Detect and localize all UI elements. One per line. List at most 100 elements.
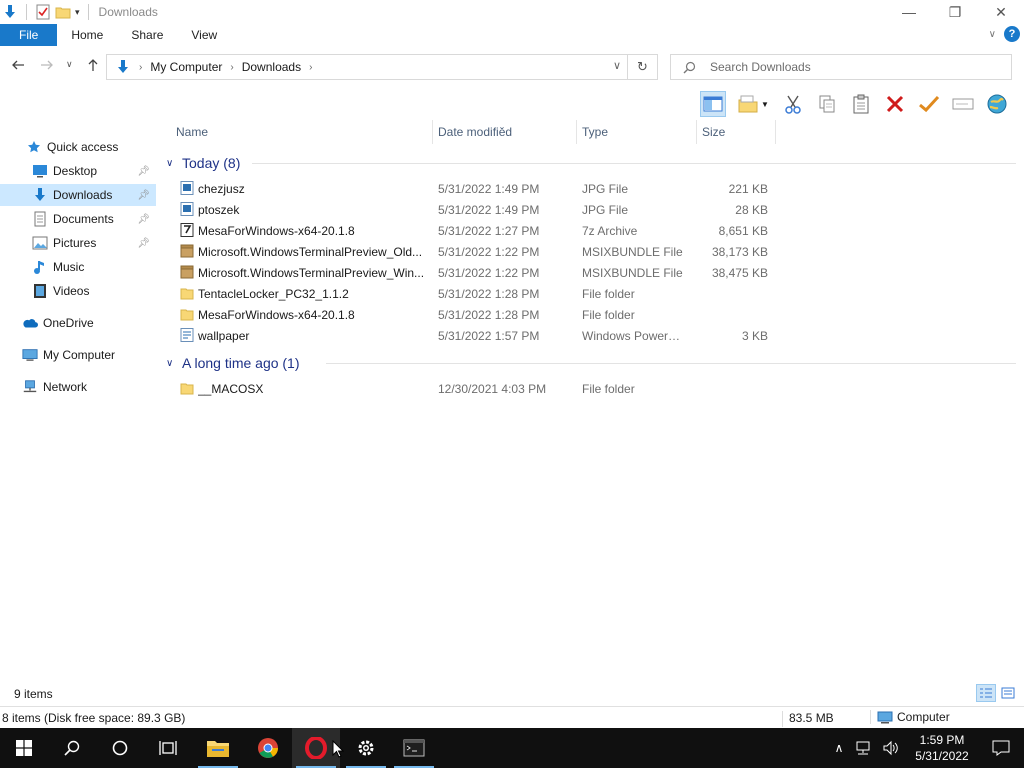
location-indicator: Computer <box>870 710 950 724</box>
volume-icon[interactable] <box>882 740 900 756</box>
taskbar-chrome[interactable] <box>244 728 292 768</box>
copy-button[interactable] <box>814 91 840 117</box>
breadcrumb-downloads[interactable]: Downloads <box>242 60 301 74</box>
sidebar-item-network[interactable]: Network <box>0 376 156 398</box>
pin-icon[interactable]: 📌︎ <box>137 238 150 249</box>
maximize-button[interactable]: ❐ <box>932 0 978 24</box>
cortana-button[interactable] <box>96 728 144 768</box>
sidebar-item-documents[interactable]: Documents 📌︎ <box>0 208 156 230</box>
column-header-name[interactable]: Name <box>176 125 208 139</box>
clock[interactable]: 1:59 PM 5/31/2022 <box>906 732 978 764</box>
cut-button[interactable] <box>780 91 806 117</box>
address-bar[interactable]: › My Computer › Downloads › ∨ ↻ <box>106 54 658 80</box>
sidebar-item-quick-access[interactable]: Quick access <box>0 136 156 158</box>
location-label: Computer <box>897 710 950 724</box>
forward-button[interactable] <box>40 58 54 75</box>
search-input[interactable] <box>710 60 990 74</box>
image-file-icon <box>180 181 194 195</box>
tab-share[interactable]: Share <box>117 24 177 46</box>
taskbar-file-explorer[interactable] <box>194 728 242 768</box>
taskbar: ∧ 1:59 PM 5/31/2022 <box>0 728 1024 768</box>
table-row[interactable]: __MACOSX 12/30/2021 4:03 PM File folder <box>176 378 776 399</box>
delete-x-icon <box>886 95 904 113</box>
start-button[interactable] <box>0 728 48 768</box>
ribbon-right: ∨ ? <box>989 26 1020 42</box>
table-row[interactable]: ptoszek 5/31/2022 1:49 PM JPG File 28 KB <box>176 199 776 220</box>
taskbar-settings[interactable] <box>342 728 390 768</box>
sidebar-item-pictures[interactable]: Pictures 📌︎ <box>0 232 156 254</box>
star-icon <box>26 139 42 155</box>
delete-button[interactable] <box>882 91 908 117</box>
refresh-button[interactable]: ↻ <box>627 55 657 79</box>
paste-button[interactable] <box>848 91 874 117</box>
up-button[interactable] <box>86 58 100 75</box>
table-row[interactable]: chezjusz 5/31/2022 1:49 PM JPG File 221 … <box>176 178 776 199</box>
table-row[interactable]: MesaForWindows-x64-20.1.8 5/31/2022 1:27… <box>176 220 776 241</box>
table-row[interactable]: Microsoft.WindowsTerminalPreview_Win... … <box>176 262 776 283</box>
preview-pane-button[interactable] <box>700 91 726 117</box>
tab-view[interactable]: View <box>177 24 231 46</box>
pin-icon[interactable]: 📌︎ <box>137 166 150 177</box>
properties-icon[interactable] <box>35 4 51 20</box>
table-row[interactable]: wallpaper 5/31/2022 1:57 PM Windows Powe… <box>176 325 776 346</box>
sidebar-item-music[interactable]: Music <box>0 256 156 278</box>
download-arrow-icon[interactable] <box>2 4 18 20</box>
column-divider[interactable] <box>576 120 577 144</box>
group-header-today[interactable]: ∨ Today (8) <box>166 152 1016 174</box>
address-dropdown-icon[interactable]: ∨ <box>613 59 621 72</box>
checkmark-button[interactable] <box>916 91 942 117</box>
action-center-button[interactable] <box>978 728 1024 768</box>
breadcrumb-chevron-icon[interactable]: › <box>230 62 233 73</box>
sidebar-item-my-computer[interactable]: My Computer <box>0 344 156 366</box>
sidebar-item-onedrive[interactable]: OneDrive <box>0 312 156 334</box>
breadcrumb-my-computer[interactable]: My Computer <box>150 60 222 74</box>
sidebar-item-videos[interactable]: Videos <box>0 280 156 302</box>
column-header-date[interactable]: Date modified <box>438 125 512 139</box>
table-row[interactable]: Microsoft.WindowsTerminalPreview_Old... … <box>176 241 776 262</box>
windows-logo-icon <box>16 740 32 756</box>
large-icons-view-button[interactable] <box>998 684 1018 702</box>
sidebar-item-label: OneDrive <box>43 316 94 330</box>
task-view-button[interactable] <box>144 728 192 768</box>
minimize-button[interactable]: — <box>886 0 932 24</box>
sidebar-item-downloads[interactable]: Downloads 📌︎ <box>0 184 156 206</box>
column-header-size[interactable]: Size <box>702 125 725 139</box>
expand-ribbon-icon[interactable]: ∨ <box>989 29 996 40</box>
help-button[interactable]: ? <box>1004 26 1020 42</box>
back-button[interactable] <box>11 58 25 75</box>
group-header-long-ago[interactable]: ∨ A long time ago (1) <box>166 352 1016 374</box>
table-row[interactable]: TentacleLocker_PC32_1.1.2 5/31/2022 1:28… <box>176 283 776 304</box>
customize-toolbar-icon[interactable]: ▾ <box>75 7 80 18</box>
details-view-button[interactable] <box>976 684 996 702</box>
file-date: 5/31/2022 1:22 PM <box>438 245 540 259</box>
network-globe-button[interactable] <box>984 91 1010 117</box>
tab-home[interactable]: Home <box>57 24 117 46</box>
search-box[interactable] <box>670 54 1012 80</box>
tab-file[interactable]: File <box>0 24 58 46</box>
sidebar-item-desktop[interactable]: Desktop 📌︎ <box>0 160 156 182</box>
close-button[interactable]: ✕ <box>978 0 1024 24</box>
status-bar: 9 items <box>0 684 1024 704</box>
rename-button[interactable] <box>950 91 976 117</box>
taskbar-terminal[interactable] <box>390 728 438 768</box>
sidebar-item-label: My Computer <box>43 348 116 362</box>
search-icon <box>64 740 80 756</box>
table-row[interactable]: MesaForWindows-x64-20.1.8 5/31/2022 1:28… <box>176 304 776 325</box>
new-folder-button[interactable]: ▼ <box>734 91 772 117</box>
column-divider[interactable] <box>432 120 433 144</box>
breadcrumb-chevron-icon[interactable]: › <box>309 62 312 73</box>
total-size: 83.5 MB <box>782 711 834 727</box>
breadcrumb-chevron-icon[interactable]: › <box>139 62 142 73</box>
chevron-up-icon[interactable]: ∧ <box>828 741 850 755</box>
column-header-type[interactable]: Type <box>582 125 608 139</box>
network-status-icon[interactable] <box>854 740 872 756</box>
search-taskbar-button[interactable] <box>48 728 96 768</box>
new-folder-icon[interactable] <box>55 4 71 20</box>
pin-icon[interactable]: 📌︎ <box>137 214 150 225</box>
view-switcher <box>976 684 1018 702</box>
column-divider[interactable] <box>696 120 697 144</box>
column-divider[interactable] <box>775 120 776 144</box>
pin-icon[interactable]: 📌︎ <box>137 190 150 201</box>
file-type: MSIXBUNDLE File <box>582 245 683 259</box>
recent-locations-button[interactable]: ∨ <box>66 59 73 70</box>
